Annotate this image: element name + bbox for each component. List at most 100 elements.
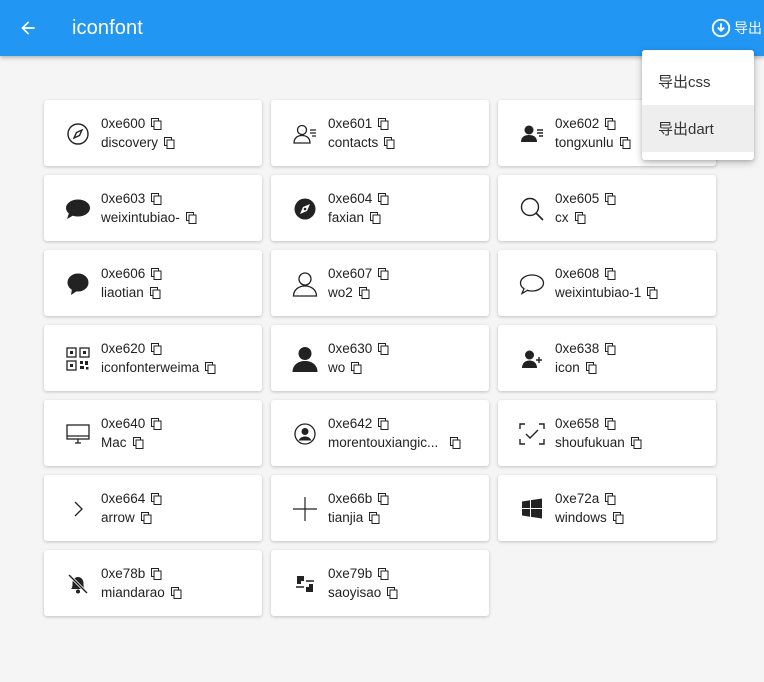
icon-code: 0xe658 (555, 416, 600, 431)
icon-name: shoufukuan (555, 435, 625, 450)
copy-icon[interactable] (612, 511, 624, 524)
icon-card[interactable]: 0xe642 morentouxiangic... (271, 400, 489, 466)
copy-icon[interactable] (370, 211, 381, 224)
menu-item-export-css[interactable]: 导出css (642, 58, 754, 105)
plus-icon (293, 497, 317, 521)
icon-code: 0xe640 (101, 416, 146, 431)
icon-name: icon (555, 360, 580, 375)
copy-icon[interactable] (132, 436, 144, 449)
icon-card[interactable]: 0xe603 weixintubiao- (44, 175, 262, 241)
icon-card[interactable]: 0xe604 faxian (271, 175, 489, 241)
copy-icon[interactable] (151, 342, 162, 355)
icon-card[interactable]: 0xe640 Mac (44, 400, 262, 466)
icon-card[interactable]: 0xe605 cx (498, 175, 716, 241)
avatar-circle-icon (294, 423, 316, 445)
icon-name: Mac (101, 435, 127, 450)
copy-icon[interactable] (387, 586, 398, 599)
icon-code: 0xe72a (555, 491, 600, 506)
icon-card[interactable]: 0xe630 wo (271, 325, 489, 391)
copy-icon[interactable] (151, 117, 162, 130)
chat-bubble-filled-icon (66, 199, 90, 219)
icon-code: 0xe608 (555, 266, 600, 281)
copy-icon[interactable] (378, 492, 389, 505)
copy-icon[interactable] (369, 511, 380, 524)
icon-code: 0xe607 (328, 266, 373, 281)
icon-card[interactable]: 0xe658 shoufukuan (498, 400, 716, 466)
icon-code: 0xe79b (328, 566, 373, 581)
copy-icon[interactable] (585, 361, 597, 374)
copy-icon[interactable] (151, 417, 162, 430)
icon-card[interactable]: 0xe600 discovery (44, 100, 262, 166)
copy-icon[interactable] (358, 286, 370, 299)
icon-code: 0xe600 (101, 116, 146, 131)
icon-card[interactable]: 0xe601 contacts (271, 100, 489, 166)
copy-icon[interactable] (574, 211, 586, 224)
copy-icon[interactable] (205, 361, 216, 374)
icon-code: 0xe603 (101, 191, 146, 206)
copy-icon[interactable] (378, 417, 389, 430)
copy-icon[interactable] (384, 136, 395, 149)
icon-name: cx (555, 210, 569, 225)
copy-icon[interactable] (378, 567, 389, 580)
icon-name: weixintubiao- (101, 210, 180, 225)
icon-name: liaotian (101, 285, 144, 300)
icon-card[interactable]: 0xe78b miandarao (44, 550, 262, 616)
copy-icon[interactable] (149, 286, 161, 299)
copy-icon[interactable] (164, 136, 175, 149)
copy-icon[interactable] (151, 492, 162, 505)
arrow-back-icon (21, 21, 35, 35)
copy-icon[interactable] (351, 361, 362, 374)
back-button[interactable] (14, 14, 42, 42)
icon-card[interactable]: 0xe638 icon (498, 325, 716, 391)
copy-icon[interactable] (630, 436, 642, 449)
icon-card[interactable]: 0xe79b saoyisao (271, 550, 489, 616)
icon-card[interactable]: 0xe72a windows (498, 475, 716, 541)
copy-icon[interactable] (378, 192, 389, 205)
icon-name: contacts (328, 135, 379, 150)
icon-name: faxian (328, 210, 365, 225)
copy-icon[interactable] (378, 342, 389, 355)
icon-code: 0xe605 (555, 191, 600, 206)
icon-name: discovery (101, 135, 159, 150)
copy-icon[interactable] (378, 117, 389, 130)
copy-icon[interactable] (605, 267, 616, 280)
app-bar: iconfont 导出 (0, 0, 764, 56)
copy-icon[interactable] (185, 211, 197, 224)
copy-icon[interactable] (619, 136, 631, 149)
copy-icon[interactable] (170, 586, 182, 599)
copy-icon[interactable] (647, 286, 658, 299)
copy-icon[interactable] (605, 492, 616, 505)
icon-name: saoyisao (328, 585, 382, 600)
icon-card[interactable]: 0xe620 iconfonterweima (44, 325, 262, 391)
icon-name: wo2 (328, 285, 353, 300)
copy-icon[interactable] (140, 511, 152, 524)
icon-code: 0xe664 (101, 491, 146, 506)
user-filled-icon (292, 347, 318, 372)
copy-icon[interactable] (378, 267, 389, 280)
search-icon (520, 197, 544, 221)
icon-card[interactable]: 0xe606 liaotian (44, 250, 262, 316)
export-label: 导出 (734, 20, 762, 36)
icon-card[interactable]: 0xe66b tianjia (271, 475, 489, 541)
export-button[interactable]: 导出 (710, 16, 762, 40)
icon-card[interactable]: 0xe608 weixintubiao-1 (498, 250, 716, 316)
copy-icon[interactable] (450, 436, 461, 449)
copy-icon[interactable] (605, 117, 616, 130)
compass-filled-icon (294, 198, 316, 220)
speech-bubble-filled-icon (67, 273, 89, 295)
chat-bubble-outline-icon (519, 274, 545, 296)
contacts-outline-icon (293, 124, 316, 144)
copy-icon[interactable] (151, 192, 162, 205)
copy-icon[interactable] (605, 417, 616, 430)
copy-icon[interactable] (151, 267, 162, 280)
icon-card[interactable]: 0xe664 arrow (44, 475, 262, 541)
add-user-icon (522, 350, 542, 368)
copy-icon[interactable] (605, 342, 616, 355)
icon-card[interactable]: 0xe607 wo2 (271, 250, 489, 316)
copy-icon[interactable] (151, 567, 162, 580)
monitor-icon (66, 424, 90, 444)
menu-item-export-dart[interactable]: 导出dart (642, 105, 754, 152)
icon-code: 0xe642 (328, 416, 373, 431)
icon-name: miandarao (101, 585, 165, 600)
copy-icon[interactable] (605, 192, 616, 205)
